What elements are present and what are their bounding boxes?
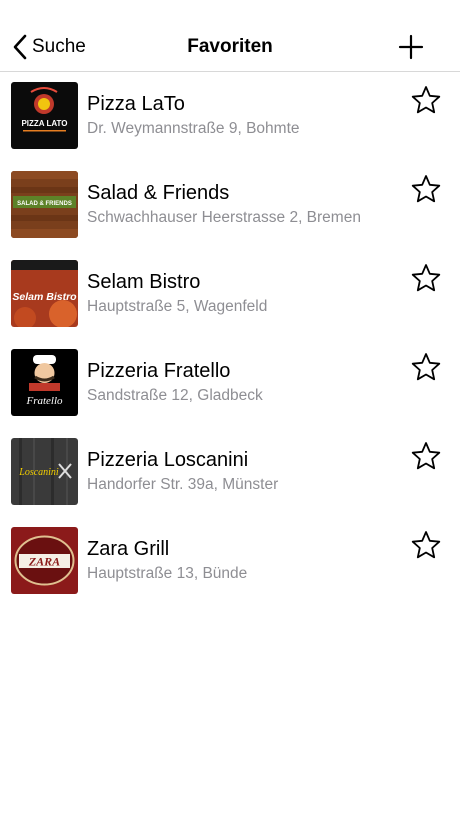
favorite-star-button[interactable] [411, 352, 441, 382]
restaurant-name: Pizzeria Loscanini [87, 449, 249, 471]
logo-text: Fratello [25, 395, 63, 407]
restaurant-logo: Fratello [11, 349, 78, 416]
restaurant-address: Sandstraße 12, Gladbeck [87, 387, 263, 404]
restaurant-logo: SALAD & FRIENDS [11, 171, 78, 238]
restaurant-name: Pizzeria Fratello [87, 360, 231, 382]
restaurant-address: Dr. Weymannstraße 9, Bohmte [87, 120, 300, 137]
star-icon [411, 442, 441, 470]
favorite-star-button[interactable] [411, 263, 441, 293]
star-icon [411, 531, 441, 559]
restaurant-logo: Loscanini [11, 438, 78, 505]
restaurant-name: Pizza LaTo [87, 93, 185, 115]
favorite-star-button[interactable] [411, 530, 441, 560]
list-item[interactable]: ZARA Zara Grill Hauptstraße 13, Bünde [0, 517, 460, 606]
logo-text: SALAD & FRIENDS [17, 201, 72, 207]
star-icon [411, 175, 441, 203]
restaurant-logo: PIZZA LATO [11, 82, 78, 149]
list-item[interactable]: SALAD & FRIENDS Salad & Friends Schwachh… [0, 161, 460, 250]
list-item[interactable]: Fratello Pizzeria Fratello Sandstraße 12… [0, 339, 460, 428]
star-icon [411, 86, 441, 114]
list-item[interactable]: Loscanini Pizzeria Loscanini Handorfer S… [0, 428, 460, 517]
restaurant-name: Salad & Friends [87, 182, 230, 204]
restaurant-name: Zara Grill [87, 538, 170, 560]
list-item[interactable]: PIZZA LATO Pizza LaTo Dr. Weymannstraße … [0, 72, 460, 161]
navigation-bar: Suche Favoriten [0, 0, 460, 72]
logo-text: ZARA [28, 555, 60, 569]
favorites-list: PIZZA LATO Pizza LaTo Dr. Weymannstraße … [0, 72, 460, 606]
page-title: Favoriten [187, 36, 273, 57]
restaurant-logo: ZARA [11, 527, 78, 594]
plus-icon [398, 34, 424, 60]
restaurant-address: Hauptstraße 13, Bünde [87, 565, 248, 582]
star-icon [411, 353, 441, 381]
restaurant-address: Handorfer Str. 39a, Münster [87, 476, 279, 493]
favorite-star-button[interactable] [411, 85, 441, 115]
restaurant-logo: Selam Bistro [11, 260, 78, 327]
logo-text: Loscanini [18, 467, 59, 478]
add-button[interactable] [398, 34, 424, 60]
restaurant-name: Selam Bistro [87, 271, 201, 293]
restaurant-address: Schwachhauser Heerstrasse 2, Bremen [87, 209, 361, 226]
list-item[interactable]: Selam Bistro Selam Bistro Hauptstraße 5,… [0, 250, 460, 339]
favorite-star-button[interactable] [411, 174, 441, 204]
favorite-star-button[interactable] [411, 441, 441, 471]
star-icon [411, 264, 441, 292]
logo-text: PIZZA LATO [21, 119, 67, 128]
restaurant-address: Hauptstraße 5, Wagenfeld [87, 298, 268, 315]
logo-text: Selam Bistro [12, 291, 77, 303]
